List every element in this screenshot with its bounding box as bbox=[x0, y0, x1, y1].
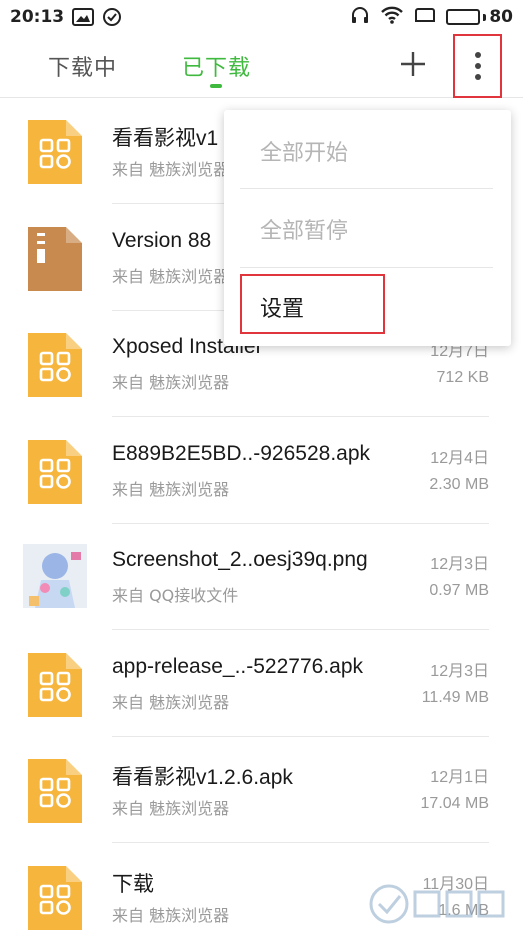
apk-file-icon bbox=[28, 439, 82, 504]
apk-file-icon bbox=[28, 865, 82, 930]
file-source: 来自 魅族浏览器 bbox=[112, 160, 230, 179]
file-name: 看看影视v1 bbox=[112, 127, 219, 150]
add-download-button[interactable] bbox=[396, 47, 430, 81]
file-name: Version 88 bbox=[112, 228, 212, 252]
tab-downloading[interactable]: 下载中 bbox=[48, 50, 117, 82]
file-size: 11.49 MB bbox=[421, 688, 489, 706]
apk-file-icon bbox=[28, 865, 82, 930]
apk-file-icon bbox=[28, 759, 82, 823]
menu-item-start-all[interactable]: 全部开始 bbox=[240, 112, 493, 190]
apk-file-icon bbox=[28, 333, 82, 397]
apk-file-icon bbox=[28, 652, 82, 717]
file-list-item[interactable]: Screenshot_2..oesj39q.png 来自 QQ接收文件 12月3… bbox=[0, 524, 523, 630]
apk-file-icon bbox=[28, 652, 82, 717]
watermark-logo bbox=[367, 882, 517, 926]
more-options-button[interactable] bbox=[453, 34, 502, 98]
file-name: 下载 bbox=[112, 872, 154, 896]
file-name: Screenshot_2..oesj39q.png bbox=[112, 548, 368, 571]
file-source: 来自 魅族浏览器 bbox=[112, 266, 230, 286]
file-list-item[interactable]: app-release_..-522776.apk 来自 魅族浏览器 12月3日… bbox=[0, 631, 523, 737]
image-notification-icon bbox=[72, 8, 95, 26]
file-name: 看看影视v1.2.6.apk bbox=[112, 766, 293, 789]
screen-mirror-icon bbox=[414, 6, 436, 29]
archive-file-icon bbox=[28, 226, 82, 291]
status-time: 20:13 bbox=[10, 7, 65, 27]
archive-file-icon bbox=[28, 226, 82, 291]
file-list-item[interactable]: E889B2E5BD..-926528.apk 来自 魅族浏览器 12月4日 2… bbox=[0, 418, 523, 524]
file-name: E889B2E5BD..-926528.apk bbox=[112, 441, 371, 465]
battery-cap bbox=[483, 13, 487, 21]
file-size: 0.97 MB bbox=[429, 582, 489, 599]
apk-file-icon bbox=[28, 120, 82, 184]
image-thumbnail bbox=[23, 544, 87, 608]
file-source: 来自 魅族浏览器 bbox=[112, 373, 230, 392]
apk-file-icon bbox=[28, 439, 82, 504]
apk-file-icon bbox=[28, 333, 82, 397]
headset-icon bbox=[350, 5, 370, 30]
file-size: 17.04 MB bbox=[420, 795, 489, 812]
file-date: 12月3日 bbox=[430, 556, 489, 573]
file-source: 来自 魅族浏览器 bbox=[112, 905, 230, 925]
file-date: 12月1日 bbox=[430, 769, 489, 786]
more-vertical-icon bbox=[474, 52, 481, 80]
download-header: 下载中 已下载 bbox=[0, 34, 523, 98]
battery-percent: 80 bbox=[489, 7, 513, 27]
status-right: 80 bbox=[350, 5, 513, 30]
tab-downloaded[interactable]: 已下载 bbox=[182, 50, 251, 82]
file-source: 来自 魅族浏览器 bbox=[112, 799, 230, 818]
wifi-icon bbox=[380, 5, 404, 30]
file-size: 712 KB bbox=[436, 369, 489, 386]
file-date: 12月3日 bbox=[430, 662, 489, 680]
file-source: 来自 QQ接收文件 bbox=[112, 586, 239, 605]
active-tab-indicator bbox=[210, 84, 222, 88]
battery-icon bbox=[446, 9, 481, 25]
menu-divider bbox=[240, 188, 493, 189]
file-name: app-release_..-522776.apk bbox=[112, 654, 364, 678]
file-size: 2.30 MB bbox=[429, 475, 489, 493]
file-list-item[interactable]: 看看影视v1.2.6.apk 来自 魅族浏览器 12月1日 17.04 MB bbox=[0, 737, 523, 843]
file-source: 来自 魅族浏览器 bbox=[112, 479, 230, 499]
apk-file-icon bbox=[28, 120, 82, 184]
plus-icon bbox=[401, 52, 425, 76]
status-bar: 20:13 80 bbox=[0, 0, 523, 34]
battery-indicator: 80 bbox=[446, 7, 513, 27]
file-date: 12月4日 bbox=[430, 449, 489, 467]
file-source: 来自 魅族浏览器 bbox=[112, 692, 230, 712]
menu-item-pause-all[interactable]: 全部暂停 bbox=[240, 190, 493, 268]
check-circle-icon bbox=[102, 7, 122, 27]
image-thumbnail bbox=[23, 544, 87, 608]
apk-file-icon bbox=[28, 759, 82, 823]
settings-highlight-box bbox=[240, 274, 385, 334]
